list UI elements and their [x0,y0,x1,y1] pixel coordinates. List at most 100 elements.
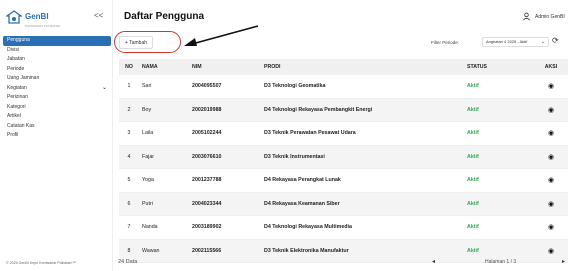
status-badge: Aktif [467,247,479,254]
table-row: 6 Putri 2004023344 D4 Rekayasa Keamanan … [119,192,568,216]
table-row: 7 Nanda 2003189902 D4 Teknologi Rekayasa… [119,216,568,240]
cell-no: 6 [127,200,131,207]
sidebar-item-label: Kegiatan [7,84,27,91]
refresh-button[interactable]: ⟳ [552,36,559,45]
cell-no: 3 [127,130,131,137]
sidebar-item-label: Kategori [7,103,26,110]
cell-nim: 2002019988 [192,106,222,113]
sidebar-item-pengguna[interactable]: Pengguna [3,36,111,46]
filter-periode-select[interactable]: Angkatan 4 2025 - Aktif ⌄ [482,37,549,47]
column-header-aksi: AKSI [544,64,558,70]
cell-nama: Sari [142,83,152,90]
sidebar-item-catatan-kas[interactable]: Catatan Kas [3,122,111,132]
cell-no: 8 [127,247,131,254]
annotation-highlight-oval [114,31,181,53]
cell-prodi: D3 Teknik Instrumentasi [264,153,325,160]
status-badge: Aktif [467,106,479,113]
copyright-text: © 2025 GenBI Kepri Komisariat Polbatam™ [6,261,76,265]
sidebar-item-label: Divisi [7,46,19,53]
cell-nim: 2004095507 [192,83,222,90]
users-table: NO NAMA NIM PRODI STATUS AKSI 1 Sari 200… [119,59,568,263]
view-eye-icon[interactable]: ◉ [548,107,554,114]
cell-no: 5 [127,177,131,184]
sidebar-item-label: Uang Jaminan [7,75,40,81]
cell-nama: Nanda [142,224,158,231]
sidebar-item-artikel[interactable]: Artikel [3,112,111,122]
cell-nim: 2004023344 [192,200,222,207]
next-page-button[interactable]: ▸ [562,258,565,265]
admin-name: Admin GenBI [535,13,565,20]
column-header-nim: NIM [192,64,202,70]
annotation-arrow-icon [184,25,259,46]
sidebar-item-jabatan[interactable]: Jabatan [3,55,111,65]
sidebar-item-kategori[interactable]: Kategori [3,103,111,113]
sidebar-item-kegiatan[interactable]: Kegiatan ⌄ [3,84,111,94]
view-eye-icon[interactable]: ◉ [548,83,554,90]
sidebar: GenBI KOMISARIAT POLBATAM << Pengguna Di… [0,0,113,271]
brand-subtitle: KOMISARIAT POLBATAM [25,24,60,28]
cell-no: 7 [127,224,131,231]
sidebar-item-label: Jabatan [7,56,25,62]
cell-nim: 2001237788 [192,177,222,184]
table-row: 4 Fajar 2003076610 D3 Teknik Instrumenta… [119,145,568,169]
filter-periode-label: Filter Periode: [431,40,460,45]
sidebar-item-label: Profil [7,132,19,138]
cell-no: 2 [127,106,131,113]
collapse-sidebar-button[interactable]: << [94,11,103,20]
table-row: 2 Boy 2002019988 D4 Teknologi Rekayasa P… [119,98,568,122]
cell-nama: Putri [142,200,153,207]
sidebar-item-uang-jaminan[interactable]: Uang Jaminan [3,74,111,84]
filter-periode-value: Angkatan 4 2025 - Aktif [486,39,528,44]
status-badge: Aktif [467,200,479,207]
user-icon [523,12,530,21]
view-eye-icon[interactable]: ◉ [548,177,554,184]
view-eye-icon[interactable]: ◉ [548,154,554,161]
prev-page-button[interactable]: ◂ [432,258,435,265]
column-header-prodi: PRODI [264,64,281,70]
admin-menu[interactable]: Admin GenBI [522,12,565,21]
table-row: 5 Yoga 2001237788 D4 Rekayasa Perangkat … [119,169,568,193]
brand-name: GenBI [25,12,49,21]
cell-prodi: D3 Teknologi Geomatika [264,83,326,90]
status-badge: Aktif [467,224,479,231]
cell-nama: Wawan [142,247,160,254]
sidebar-item-label: Pengguna [7,37,30,43]
cell-prodi: D4 Rekayasa Perangkat Lunak [264,177,341,184]
table-row: 3 Laila 2005102244 D3 Teknik Perawatan P… [119,122,568,146]
cell-nim: 2003189902 [192,224,222,231]
cell-prodi: D4 Rekayasa Keamanan Siber [264,200,340,207]
table-row: 1 Sari 2004095507 D3 Teknologi Geomatika… [119,75,568,99]
view-eye-icon[interactable]: ◉ [548,224,554,231]
status-badge: Aktif [467,177,479,184]
sidebar-item-periode[interactable]: Periode [3,65,111,75]
cell-nim: 2005102244 [192,130,222,137]
data-count: 24 Data [118,259,138,265]
sidebar-item-label: Perizinan [7,94,28,100]
sidebar-item-perizinan[interactable]: Perizinan [3,93,111,103]
cell-no: 1 [127,83,131,90]
cell-nama: Boy [142,106,152,113]
page-title: Daftar Pengguna [124,11,205,22]
sidebar-item-label: Artikel [7,113,21,119]
table-header: NO NAMA NIM PRODI STATUS AKSI [119,59,568,75]
sidebar-item-divisi[interactable]: Divisi [3,46,111,56]
column-header-no: NO [125,64,133,70]
cell-nim: 2003076610 [192,153,222,160]
cell-prodi: D4 Teknologi Rekayasa Pembangkit Energi [264,106,373,113]
sidebar-item-profil[interactable]: Profil [3,131,111,141]
status-badge: Aktif [467,130,479,137]
cell-nama: Yoga [142,177,154,184]
genbi-logo-icon [6,10,22,24]
sidebar-item-label: Catatan Kas [7,122,35,129]
status-badge: Aktif [467,83,479,90]
status-badge: Aktif [467,153,479,160]
cell-no: 4 [127,153,131,160]
brand[interactable]: GenBI KOMISARIAT POLBATAM [6,9,60,28]
view-eye-icon[interactable]: ◉ [548,201,554,208]
sidebar-item-label: Periode [7,65,25,72]
sidebar-menu: Pengguna Divisi Jabatan Periode Uang Jam… [3,36,111,141]
view-eye-icon[interactable]: ◉ [548,248,554,255]
page-indicator: Halaman 1 / 3 [485,259,517,265]
column-header-nama: NAMA [142,64,158,70]
view-eye-icon[interactable]: ◉ [548,130,554,137]
